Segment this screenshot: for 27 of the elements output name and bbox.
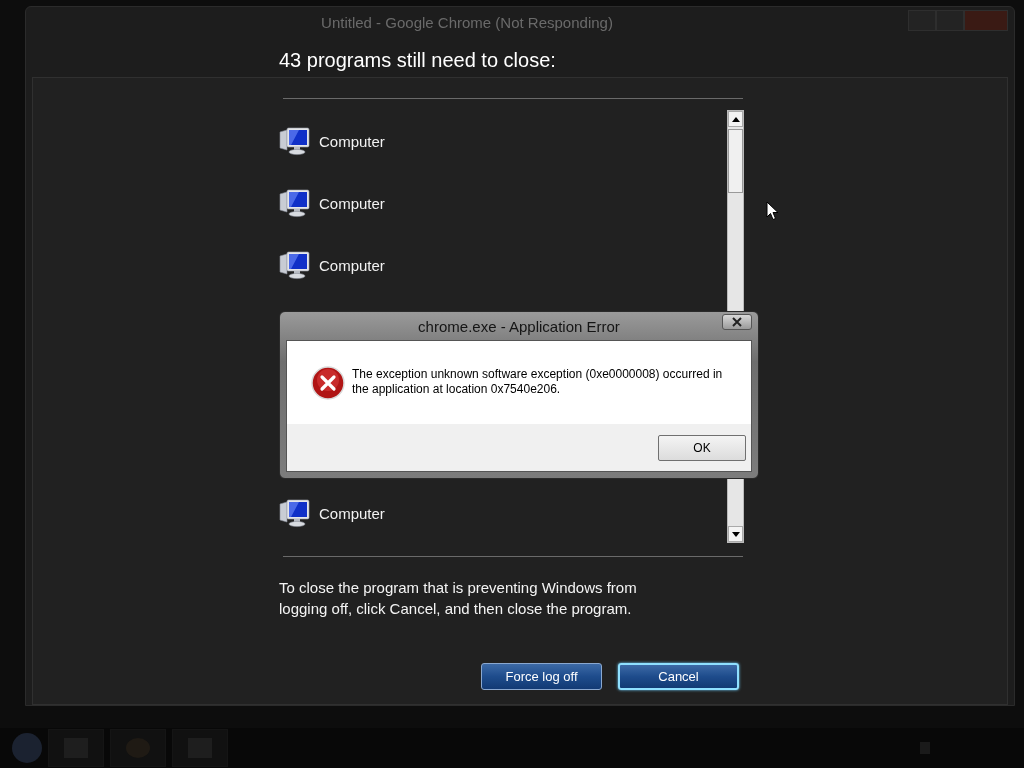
cancel-button[interactable]: Cancel [618,663,739,690]
program-name: Computer [319,504,385,522]
program-name: Computer [319,256,385,274]
message: To close the program that is preventing Windows from logging off, click Cancel, and then close the program. [279,578,638,619]
error-message: The exception unknown software exception (0xe0000008) occurred in the application at location 0x7540e206. [352,366,724,397]
window-title: Untitled - Google Chrome (Not Responding) [320,13,614,31]
scroll-thumb[interactable] [728,129,743,193]
dialog-title: chrome.exe - Application Error [417,317,621,335]
mouse-pointer-icon [766,201,779,221]
up-caret-icon [731,116,740,122]
force-log-off-button[interactable]: Force log off [481,663,602,690]
error-icon [311,366,345,400]
maximize-button[interactable] [936,10,964,31]
start-button[interactable] [12,733,42,763]
program-name: Computer [319,194,385,212]
down-caret-icon [731,531,740,537]
computer-icon [279,250,311,280]
computer-icon [279,498,311,528]
close-icon [732,317,742,327]
ok-button[interactable]: OK [658,434,746,461]
close-button[interactable] [722,314,752,330]
program-name: Computer [319,132,385,150]
computer-icon [279,126,311,156]
scroll-down-button[interactable] [728,526,743,542]
computer-icon [279,188,311,218]
scroll-up-button[interactable] [728,111,743,127]
heading: 43 programs still need to close: [279,48,557,73]
